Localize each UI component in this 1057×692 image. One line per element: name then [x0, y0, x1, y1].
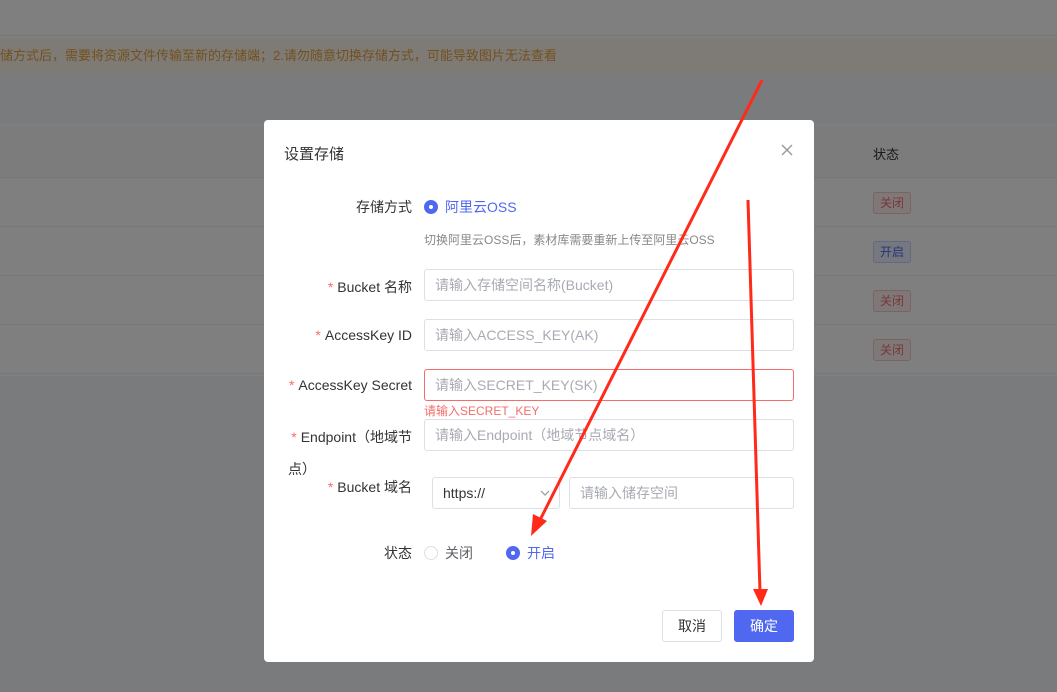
bucket-name-label: * Bucket 名称 [327, 279, 412, 295]
status-label: 状态 [384, 545, 412, 561]
chevron-down-icon [540, 490, 550, 496]
confirm-button[interactable]: 确定 [734, 610, 794, 642]
endpoint-label-continued: 点） [288, 461, 316, 477]
storage-hint: 切换阿里云OSS后，素材库需要重新上传至阿里云OSS [424, 233, 715, 247]
access-key-secret-input[interactable] [424, 369, 794, 401]
access-key-secret-label: * AccessKey Secret [288, 377, 412, 393]
protocol-select-value: https:// [443, 485, 486, 501]
endpoint-label: * Endpoint（地域节 [291, 429, 412, 445]
radio-checked-icon [424, 200, 438, 214]
bucket-domain-label: * Bucket 域名 [327, 479, 412, 495]
dialog-title: 设置存储 [284, 146, 345, 163]
access-key-secret-error: 请输入SECRET_KEY [424, 404, 540, 418]
radio-label: 阿里云OSS [445, 199, 517, 215]
access-key-id-input[interactable] [424, 319, 794, 351]
storage-method-label: 存储方式 [356, 199, 412, 215]
radio-checked-icon [506, 546, 520, 560]
access-key-id-label: * AccessKey ID [315, 327, 412, 343]
radio-label: 开启 [527, 545, 555, 561]
radio-unchecked-icon [424, 546, 438, 560]
storage-method-radio-aliyun-oss[interactable]: 阿里云OSS [424, 197, 517, 217]
status-radio-on[interactable]: 开启 [506, 543, 555, 563]
protocol-select[interactable]: https:// [432, 477, 560, 509]
bucket-domain-input[interactable] [569, 477, 794, 509]
status-radio-off[interactable]: 关闭 [424, 543, 473, 563]
close-icon[interactable] [777, 140, 797, 160]
radio-label: 关闭 [445, 545, 473, 561]
cancel-button[interactable]: 取消 [662, 610, 722, 642]
storage-settings-dialog: 设置存储 存储方式 阿里云OSS 切换阿里云OSS后，素材库需要重新上传至阿里云… [264, 120, 814, 662]
bucket-name-input[interactable] [424, 269, 794, 301]
endpoint-input[interactable] [424, 419, 794, 451]
